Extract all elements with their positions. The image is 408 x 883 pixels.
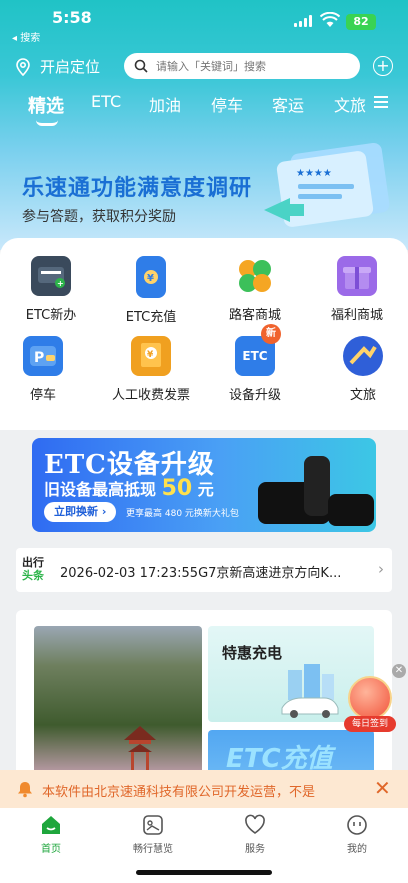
parking-icon: P — [23, 336, 63, 376]
etc-upgrade-banner[interactable]: ETC设备升级 旧设备最高抵现 50 元 立即换新 › 更享最高 480 元换新… — [32, 438, 376, 532]
checkin-gift-icon — [348, 676, 392, 720]
grid-item-parking[interactable]: P 停车 — [0, 336, 94, 403]
cellular-signal-icon — [294, 15, 312, 27]
tab-etc[interactable]: ETC — [91, 92, 121, 111]
phone-recharge-icon: ¥ — [136, 256, 166, 298]
nav-smart-travel[interactable]: 畅行慧览 — [102, 814, 204, 855]
survey-banner-title[interactable]: 乐速通功能满意度调研 — [22, 170, 252, 202]
tab-parking[interactable]: 停车 — [211, 92, 243, 116]
menu-icon[interactable] — [374, 96, 388, 111]
battery-icon: 82 — [346, 14, 376, 30]
search-icon — [134, 59, 148, 73]
nav-mine-label: 我的 — [347, 844, 367, 855]
location-pin-icon — [16, 57, 30, 76]
grid-label: 人工收费发票 — [111, 388, 190, 403]
grid-label: ETC充值 — [125, 310, 177, 325]
bell-icon — [18, 782, 32, 798]
svg-text:¥: ¥ — [147, 273, 154, 284]
invoice-icon: ¥ — [131, 336, 171, 376]
nav-smart-travel-label: 畅行慧览 — [133, 844, 173, 855]
tab-featured[interactable]: 精选 — [28, 92, 64, 118]
home-icon — [42, 816, 60, 834]
back-to-app-link[interactable]: ◂ 搜索 — [12, 29, 40, 44]
grid-label: 路客商城 — [228, 308, 281, 323]
status-time: 5:58 — [52, 8, 92, 27]
nav-home-label: 首页 — [41, 844, 61, 855]
svg-text:+: + — [57, 279, 64, 288]
tab-transit[interactable]: 客运 — [272, 92, 304, 116]
search-box[interactable] — [124, 53, 360, 79]
checkin-label: 每日签到 — [344, 716, 396, 732]
grid-item-etc-recharge[interactable]: ¥ ETC充值 — [100, 256, 202, 325]
headline-logo-top: 出行 — [22, 556, 44, 569]
grid-item-device-upgrade[interactable]: ETC 新 设备升级 — [204, 324, 306, 403]
etc-banner-amount: 50 — [161, 476, 193, 501]
home-indicator — [136, 870, 272, 875]
nav-service-label: 服务 — [245, 844, 265, 855]
nav-home[interactable]: 首页 — [0, 814, 102, 855]
renew-now-button[interactable]: 立即换新 › — [44, 502, 117, 522]
survey-banner-subtitle: 参与答题，获取积分奖励 — [22, 209, 176, 225]
grid-label: 设备升级 — [228, 388, 281, 403]
add-plus-icon[interactable]: + — [373, 56, 393, 76]
notice-bar: 本软件由北京速通科技有限公司开发运营，不是 ✕ — [0, 770, 408, 808]
smart-travel-icon — [143, 815, 163, 835]
daily-checkin-button[interactable]: 每日签到 — [344, 676, 396, 732]
headline-logo-bottom: 头条 — [22, 569, 44, 582]
chevron-right-icon: › — [378, 560, 384, 578]
grid-item-road-mall[interactable]: 路客商城 — [204, 256, 306, 323]
headline-logo: 出行 头条 — [22, 556, 44, 582]
location-button[interactable]: 开启定位 — [16, 56, 100, 77]
clover-icon — [235, 256, 275, 296]
grid-item-welfare-mall[interactable]: 福利商城 — [306, 256, 408, 323]
heart-icon — [245, 814, 265, 834]
etc-banner-offer-text: 旧设备最高抵现 — [44, 480, 157, 499]
status-bar: 5:58 ◂ 搜索 82 — [0, 0, 408, 44]
grid-item-etc-new[interactable]: + ETC新办 — [0, 256, 102, 323]
new-badge: 新 — [261, 324, 281, 344]
etc-banner-note: 更享最高 480 元换新大礼包 — [126, 509, 239, 519]
etc-banner-offer: 旧设备最高抵现 50 元 — [44, 476, 214, 501]
svg-text:P: P — [34, 350, 44, 366]
svg-text:★★★★: ★★★★ — [296, 168, 332, 179]
svg-text:¥: ¥ — [147, 350, 154, 360]
gift-box-icon — [337, 256, 377, 296]
grid-label: ETC新办 — [25, 308, 77, 323]
discount-charging-label: 特惠充电 — [222, 644, 283, 662]
grid-label: 文旅 — [349, 388, 376, 403]
profile-face-icon — [347, 815, 367, 835]
notice-text: 本软件由北京速通科技有限公司开发运营，不是 — [42, 785, 316, 800]
tab-fuel[interactable]: 加油 — [149, 92, 181, 116]
search-input[interactable] — [156, 59, 346, 73]
wifi-icon — [320, 12, 340, 27]
tab-travel[interactable]: 文旅 — [334, 92, 366, 116]
travel-headline-row[interactable]: 出行 头条 2026-02-03 17:23:55G7京新高速进京方向K... … — [16, 548, 392, 592]
location-label: 开启定位 — [40, 58, 101, 76]
etc-banner-unit: 元 — [197, 480, 214, 499]
close-icon[interactable]: ✕ — [392, 664, 406, 678]
grid-label: 停车 — [29, 388, 56, 403]
travel-icon — [343, 336, 383, 376]
survey-illustration-icon: ★★★★ — [264, 142, 390, 227]
active-tab-indicator — [36, 120, 58, 126]
device-upgrade-icon: ETC 新 — [235, 324, 281, 376]
grid-label: 福利商城 — [330, 308, 383, 323]
grid-item-manual-invoice[interactable]: ¥ 人工收费发票 — [100, 336, 202, 403]
grid-item-travel[interactable]: 文旅 — [312, 336, 408, 403]
etc-device-image — [304, 456, 330, 516]
nav-service[interactable]: 服务 — [204, 814, 306, 855]
etc-device-image — [328, 494, 374, 526]
category-tabs: 精选 ETC 加油 停车 客运 文旅 — [0, 92, 408, 122]
etc-card-icon: + — [31, 256, 71, 296]
headline-text: 2026-02-03 17:23:55G7京新高速进京方向K... — [60, 566, 342, 581]
nav-mine[interactable]: 我的 — [306, 814, 408, 855]
close-notice-icon[interactable]: ✕ — [374, 776, 391, 800]
